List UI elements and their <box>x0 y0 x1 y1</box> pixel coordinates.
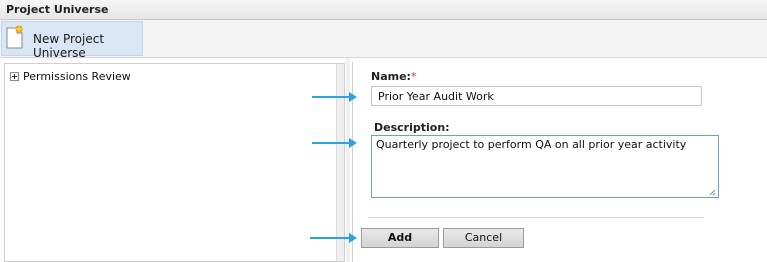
new-project-universe-button[interactable]: New Project Universe <box>1 21 143 60</box>
name-input[interactable] <box>371 86 702 106</box>
annotation-arrow-icon <box>310 233 357 243</box>
title-bar: Project Universe <box>0 0 767 20</box>
annotation-arrow-icon <box>312 92 357 102</box>
expand-plus-icon[interactable] <box>10 72 19 81</box>
cancel-button[interactable]: Cancel <box>443 228 524 248</box>
resize-grip-icon[interactable] <box>709 189 716 196</box>
tree-panel: Permissions Review <box>4 63 345 262</box>
window-title: Project Universe <box>6 3 109 16</box>
required-marker: * <box>410 70 417 83</box>
description-label: Description: <box>374 121 450 134</box>
pane-splitter[interactable] <box>346 58 350 262</box>
annotation-arrow-icon <box>312 138 357 148</box>
form-divider <box>368 217 704 218</box>
tree-item-label: Permissions Review <box>23 70 131 83</box>
toolbar: New Project Universe <box>0 20 767 60</box>
description-textarea[interactable]: Quarterly project to perform QA on all p… <box>371 135 719 198</box>
add-button[interactable]: Add <box>361 228 439 248</box>
new-document-icon <box>6 25 23 49</box>
name-label: Name: <box>371 70 411 83</box>
name-label-group: Name:* <box>371 70 416 83</box>
new-project-universe-label: New Project Universe <box>33 32 105 60</box>
